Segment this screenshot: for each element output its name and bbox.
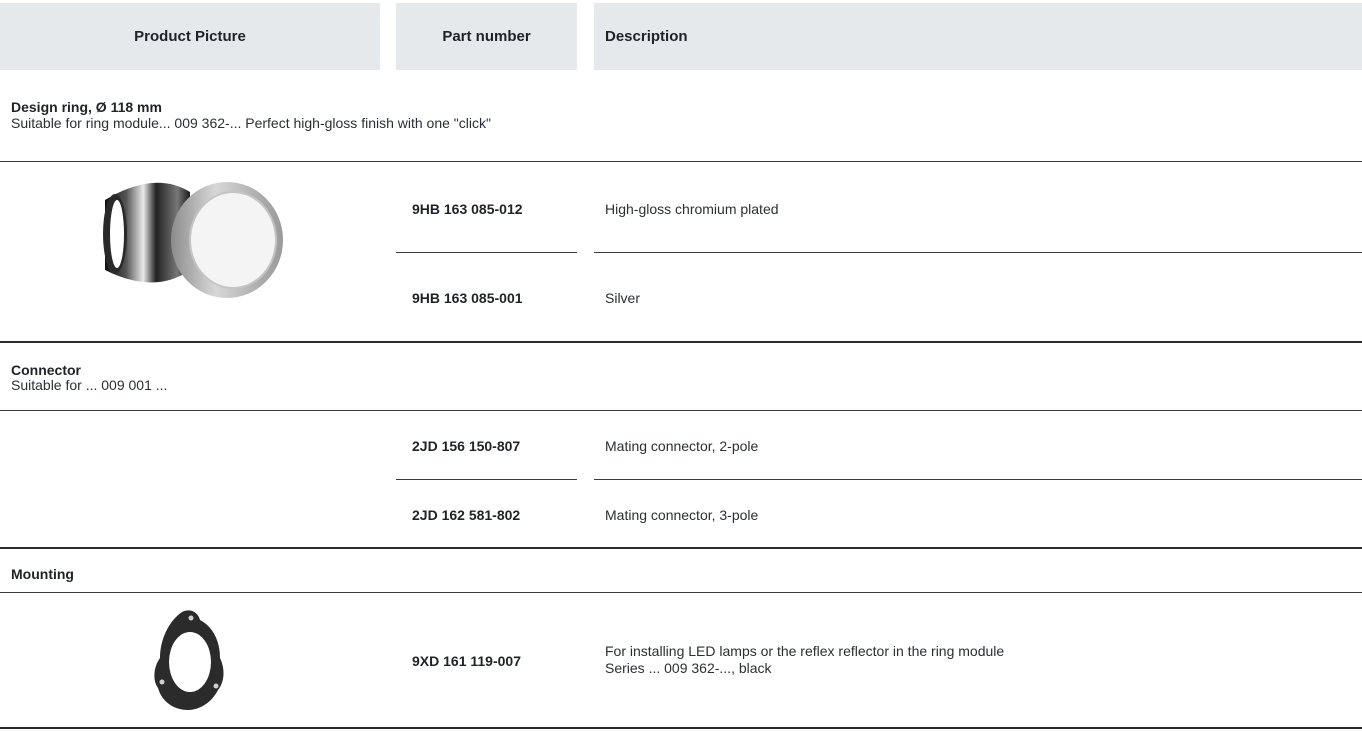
divider: [0, 592, 1362, 593]
part-number: 2JD 162 581-802: [412, 507, 521, 523]
description-line: For installing LED lamps or the reflex r…: [605, 643, 1005, 659]
divider: [0, 161, 1362, 162]
divider: [396, 252, 577, 253]
description: Silver: [605, 290, 641, 306]
mounting-bracket-image: [154, 610, 224, 710]
part-number: 9HB 163 085-001: [412, 290, 523, 306]
header-description: Description: [594, 3, 1362, 70]
section-subtitle-connector: Suitable for ... 009 001 ...: [11, 377, 168, 393]
description: High-gloss chromium plated: [605, 201, 779, 217]
design-ring-picture: [95, 170, 285, 302]
section-title-connector: Connector: [11, 362, 81, 378]
description: Mating connector, 3-pole: [605, 507, 759, 523]
divider: [0, 410, 1362, 411]
header-label: Description: [605, 28, 688, 45]
header-label: Product Picture: [134, 28, 246, 45]
part-number: 9HB 163 085-012: [412, 201, 523, 217]
section-divider: [0, 341, 1362, 343]
divider: [396, 479, 577, 480]
divider: [594, 252, 1362, 253]
description: For installing LED lamps or the reflex r…: [605, 643, 1004, 677]
part-number: 2JD 156 150-807: [412, 438, 521, 454]
section-subtitle-design-ring: Suitable for ring module... 009 362-... …: [11, 115, 491, 131]
section-title-mounting: Mounting: [11, 566, 74, 582]
section-title-design-ring: Design ring, Ø 118 mm: [11, 99, 162, 115]
divider: [594, 479, 1362, 480]
design-ring-image: [103, 182, 283, 298]
description: Mating connector, 2-pole: [605, 438, 759, 454]
mounting-bracket-picture: [150, 606, 232, 714]
description-line: Series ... 009 362-..., black: [605, 660, 772, 676]
section-divider: [0, 547, 1362, 549]
header-label: Part number: [442, 28, 531, 45]
header-part-number: Part number: [396, 3, 577, 70]
section-divider: [0, 727, 1362, 729]
part-number: 9XD 161 119-007: [412, 653, 521, 669]
header-product-picture: Product Picture: [0, 3, 380, 70]
